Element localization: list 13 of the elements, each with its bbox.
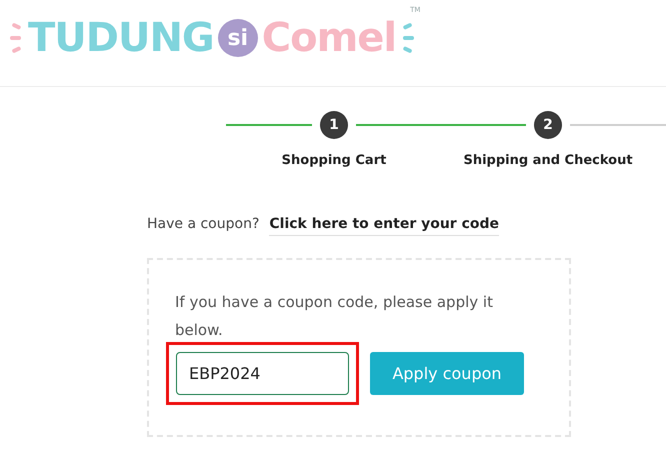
- enter-code-link[interactable]: Click here to enter your code: [269, 216, 500, 236]
- step-label: Shopping Cart: [282, 153, 386, 168]
- step-number: 1: [320, 111, 348, 139]
- step-label: Shipping and Checkout: [463, 153, 633, 168]
- coupon-input-field[interactable]: EBP2024: [176, 352, 349, 395]
- logo-text: TUDUNG: [28, 15, 214, 61]
- logo-text: Comel: [262, 15, 396, 61]
- splash-icon: [400, 20, 414, 56]
- coupon-prompt: Have a coupon?: [147, 216, 260, 232]
- logo-badge: si: [218, 19, 258, 57]
- coupon-instructions: If you have a coupon code, please apply it below.: [175, 292, 494, 341]
- step-number: 2: [534, 111, 562, 139]
- splash-icon: [10, 20, 24, 56]
